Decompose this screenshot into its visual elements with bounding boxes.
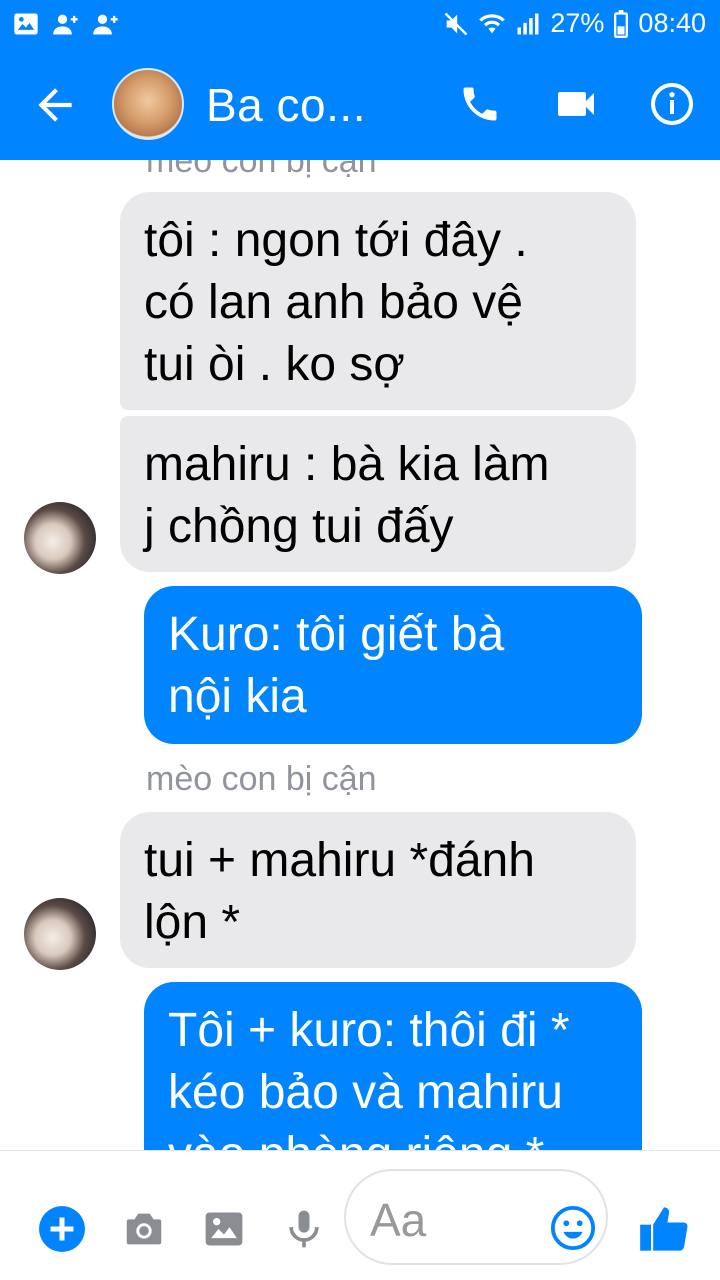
status-bar: 27% 08:40 xyxy=(0,0,720,48)
message-bubble-outgoing[interactable]: Kuro: tôi giết bà nội kia xyxy=(144,586,642,744)
back-arrow-icon[interactable] xyxy=(30,80,80,130)
voice-button[interactable] xyxy=(276,1201,332,1257)
clock: 08:40 xyxy=(638,8,706,38)
call-button[interactable] xyxy=(454,78,506,130)
plus-icon xyxy=(39,1206,85,1252)
mic-icon xyxy=(289,1210,319,1248)
message-bubble-incoming[interactable]: mahiru : bà kia làm j chồng tui đấy xyxy=(120,416,636,572)
battery-percent: 27% xyxy=(550,8,605,38)
signal-icon xyxy=(517,13,539,34)
image-icon xyxy=(205,1212,243,1246)
message-bubble-incoming[interactable]: tôi : ngon tới đây . có lan anh bảo vệ t… xyxy=(120,192,636,410)
chat-header: Ba co... xyxy=(0,48,720,160)
thumbs-up-icon xyxy=(640,1207,688,1251)
chat-avatar[interactable] xyxy=(112,68,184,140)
battery-icon xyxy=(614,9,629,38)
friend-request-icon xyxy=(53,14,78,35)
wifi-icon xyxy=(479,13,506,33)
sender-avatar[interactable] xyxy=(24,898,96,970)
chat-title[interactable]: Ba co... xyxy=(206,78,366,132)
message-bubble-incoming[interactable]: tui + mahiru *đánh lộn * xyxy=(120,812,636,968)
video-call-button[interactable] xyxy=(550,78,602,130)
mute-icon xyxy=(445,12,468,35)
gallery-button[interactable] xyxy=(196,1201,252,1257)
message-bubble-outgoing[interactable]: Tôi + kuro: thôi đi * kéo bảo và mahiru … xyxy=(144,982,642,1150)
more-actions-button[interactable] xyxy=(34,1201,90,1257)
camera-icon xyxy=(126,1213,162,1245)
friend-request-icon-2 xyxy=(93,14,118,35)
image-icon xyxy=(14,13,38,35)
sender-avatar[interactable] xyxy=(24,502,96,574)
info-icon xyxy=(651,83,693,125)
sender-label: mèo con bị cận xyxy=(146,760,377,798)
message-list[interactable]: mèo con bị cận tôi : ngon tới đây . có l… xyxy=(0,160,720,1150)
camera-button[interactable] xyxy=(116,1201,172,1257)
sender-label: mèo con bị cận xyxy=(146,160,377,180)
emoji-icon[interactable] xyxy=(550,1205,596,1251)
info-button[interactable] xyxy=(646,78,698,130)
message-input-placeholder: Aa xyxy=(370,1194,427,1246)
like-button[interactable] xyxy=(636,1201,692,1257)
composer-bar: Aa xyxy=(0,1150,720,1280)
video-camera-icon xyxy=(558,92,594,116)
phone-icon xyxy=(463,87,497,121)
